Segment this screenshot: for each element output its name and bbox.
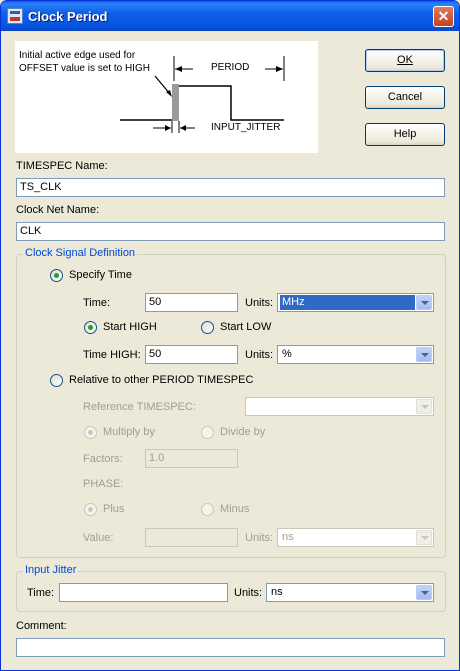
ok-button-label: OK <box>397 54 413 66</box>
radio-selected-icon <box>84 426 97 439</box>
radio-selected-icon <box>50 269 63 282</box>
timespec-name-input[interactable]: TS_CLK <box>16 178 445 197</box>
radio-selected-icon <box>84 503 97 516</box>
window-title: Clock Period <box>28 9 108 24</box>
phase-label: PHASE: <box>83 478 124 490</box>
phase-units-select[interactable]: ns <box>277 528 434 547</box>
comment-input[interactable] <box>16 638 445 657</box>
cancel-button-label: Cancel <box>387 91 423 103</box>
close-icon: ✕ <box>437 8 450 24</box>
title-bar[interactable]: Clock Period ✕ <box>1 1 459 31</box>
help-button-label: Help <box>393 128 417 140</box>
start-high-label: Start HIGH <box>103 321 157 333</box>
app-icon <box>7 8 23 24</box>
factors-label: Factors: <box>83 453 123 465</box>
phase-value-label: Value: <box>83 532 114 544</box>
reference-timespec-select[interactable] <box>245 397 434 416</box>
radio-unselected-icon <box>201 321 214 334</box>
timing-diagram: Initial active edge used for OFFSET valu… <box>15 41 318 153</box>
radio-selected-icon <box>84 321 97 334</box>
time-high-units-value: % <box>282 348 292 360</box>
period-label: PERIOD <box>211 62 250 73</box>
comment-label: Comment: <box>16 620 67 632</box>
time-input[interactable]: 50 <box>145 293 238 312</box>
phase-units-label: Units: <box>245 532 274 544</box>
radio-unselected-icon <box>201 426 214 439</box>
chevron-down-icon[interactable] <box>416 530 432 545</box>
radio-unselected-icon <box>50 374 63 387</box>
minus-label: Minus <box>220 503 250 515</box>
edge-note: Initial active edge used for OFFSET valu… <box>19 49 150 75</box>
jitter-units-value: ns <box>271 586 283 598</box>
input-jitter-legend: Input Jitter <box>23 564 79 576</box>
start-low-label: Start LOW <box>220 321 272 333</box>
specify-time-label: Specify Time <box>69 269 132 281</box>
relative-timespec-label: Relative to other PERIOD TIMESPEC <box>69 374 254 386</box>
phase-value-input[interactable] <box>145 528 238 547</box>
plus-label: Plus <box>103 503 125 515</box>
time-high-input[interactable]: 50 <box>145 345 238 364</box>
time-high-units-select[interactable]: % <box>277 345 434 364</box>
reference-timespec-label: Reference TIMESPEC: <box>83 401 196 413</box>
edge-note-line2: OFFSET value is set to HIGH <box>19 63 150 74</box>
time-units-select[interactable]: MHz <box>277 293 434 312</box>
time-high-units-label: Units: <box>245 349 274 361</box>
clock-signal-definition-legend: Clock Signal Definition <box>23 247 138 259</box>
phase-units-value: ns <box>282 531 294 543</box>
chevron-down-icon[interactable] <box>416 399 432 414</box>
ok-button[interactable]: OK <box>365 49 445 72</box>
jitter-units-select[interactable]: ns <box>266 583 434 602</box>
time-high-label: Time HIGH: <box>83 349 141 361</box>
close-button[interactable]: ✕ <box>433 6 454 27</box>
clock-net-name-input[interactable]: CLK <box>16 222 445 241</box>
time-units-value: MHz <box>280 295 415 310</box>
clock-net-name-label: Clock Net Name: <box>16 204 100 216</box>
chevron-down-icon[interactable] <box>416 585 432 600</box>
edge-note-line1: Initial active edge used for <box>19 50 136 61</box>
clock-period-dialog: Clock Period ✕ Initial active edge used … <box>0 0 460 671</box>
reference-timespec-value <box>248 399 415 414</box>
help-button[interactable]: Help <box>365 123 445 146</box>
factors-input[interactable]: 1.0 <box>145 449 238 468</box>
input-jitter-label: INPUT_JITTER <box>211 122 281 133</box>
multiply-by-label: Multiply by <box>103 426 155 438</box>
jitter-time-input[interactable] <box>59 583 228 602</box>
divide-by-label: Divide by <box>220 426 266 438</box>
time-label: Time: <box>83 297 111 309</box>
chevron-down-icon[interactable] <box>416 347 432 362</box>
jitter-time-label: Time: <box>27 587 55 599</box>
time-units-label: Units: <box>245 297 274 309</box>
chevron-down-icon[interactable] <box>416 295 432 310</box>
radio-unselected-icon <box>201 503 214 516</box>
timespec-name-label: TIMESPEC Name: <box>16 160 108 172</box>
cancel-button[interactable]: Cancel <box>365 86 445 109</box>
jitter-units-label: Units: <box>234 587 263 599</box>
